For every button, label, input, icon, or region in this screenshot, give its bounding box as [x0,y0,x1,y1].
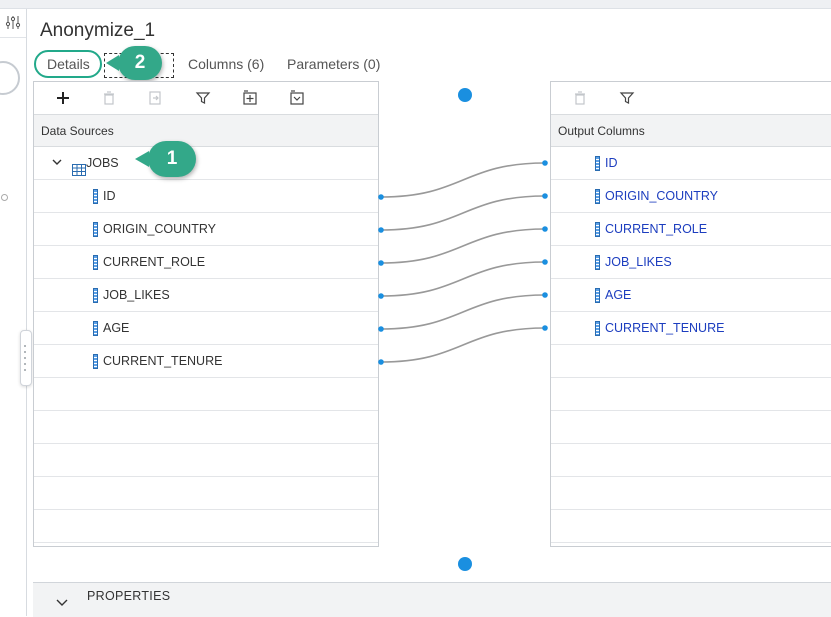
properties-section[interactable]: PROPERTIES [33,582,831,617]
properties-label: PROPERTIES [87,589,171,603]
top-connector-port[interactable] [458,88,472,102]
mapping-lines [378,160,548,365]
bottom-connector-port[interactable] [458,557,472,571]
chevron-down-icon[interactable] [55,591,69,616]
